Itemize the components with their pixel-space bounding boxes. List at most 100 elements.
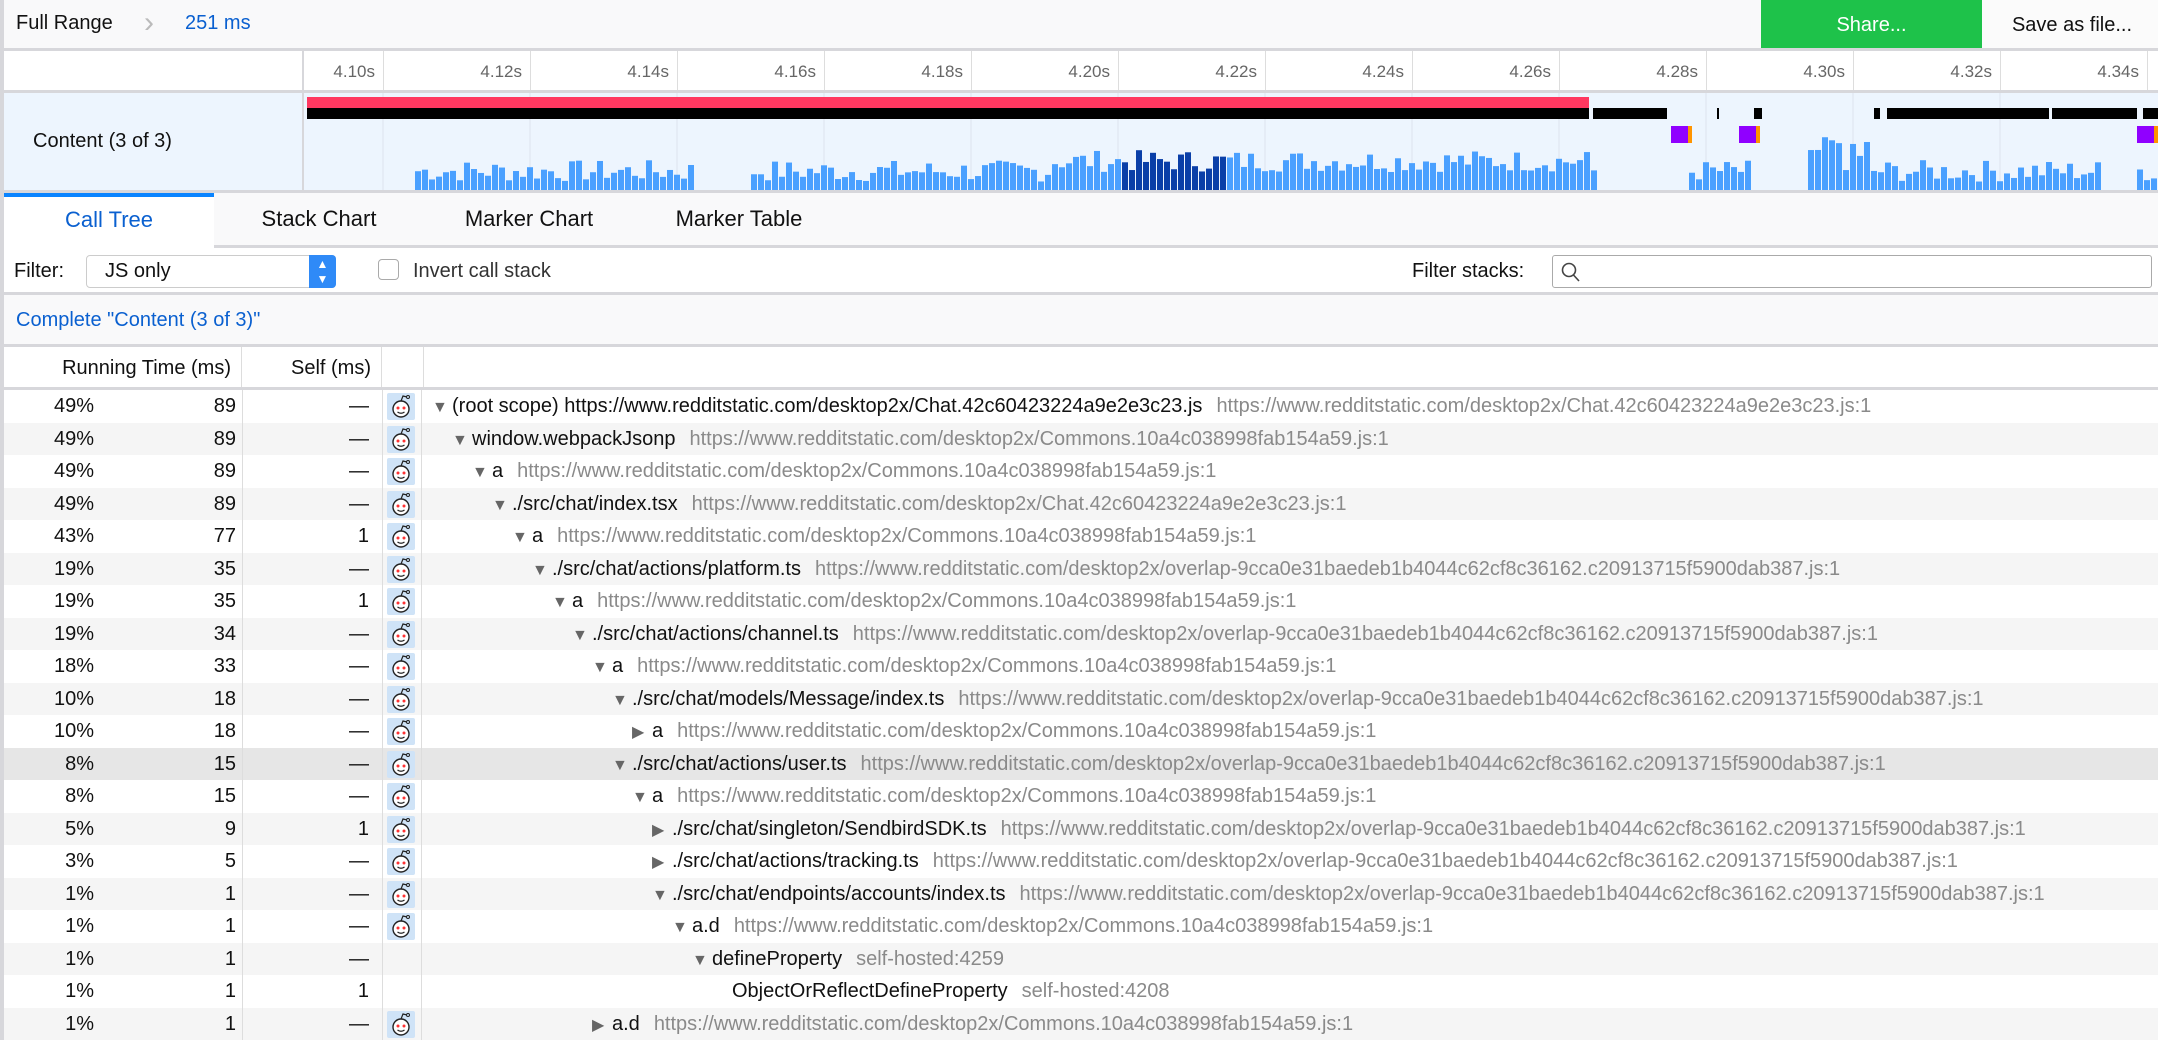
- cpu-graph-bar: [1703, 162, 1709, 190]
- cpu-graph-bar: [436, 177, 442, 190]
- track-label[interactable]: Content (3 of 3): [4, 93, 304, 190]
- tree-row[interactable]: 8%15—▼ahttps://www.redditstatic.com/desk…: [4, 780, 2158, 813]
- tree-row[interactable]: 8%15—▼./src/chat/actions/user.tshttps://…: [4, 748, 2158, 781]
- cpu-graph-bar: [576, 161, 582, 190]
- cpu-graph-bar: [506, 180, 512, 190]
- running-ms: 1: [94, 878, 236, 911]
- cpu-graph-bar: [1122, 162, 1128, 190]
- function-name: a: [652, 785, 663, 807]
- twisty-expanded-icon[interactable]: ▼: [592, 652, 612, 683]
- cpu-graph-bar: [464, 163, 470, 190]
- running-ms: 1: [94, 910, 236, 943]
- self-ms: —: [242, 553, 381, 586]
- tree-row[interactable]: 1%1—▶a.dhttps://www.redditstatic.com/des…: [4, 1008, 2158, 1040]
- tree-row[interactable]: 49%89—▼window.webpackJsonphttps://www.re…: [4, 423, 2158, 456]
- twisty-expanded-icon[interactable]: ▼: [432, 392, 452, 423]
- cpu-graph-bar: [919, 172, 925, 190]
- cpu-graph-bar: [513, 171, 519, 190]
- cpu-graph-bar: [996, 161, 1002, 190]
- cpu-graph-bar: [1297, 153, 1303, 190]
- tree-row[interactable]: 1%1—▼a.dhttps://www.redditstatic.com/des…: [4, 910, 2158, 943]
- twisty-expanded-icon[interactable]: ▼: [692, 945, 712, 976]
- reddit-icon: [387, 458, 415, 485]
- tree-row[interactable]: 43%771▼ahttps://www.redditstatic.com/des…: [4, 520, 2158, 553]
- tree-row[interactable]: 10%18—▼./src/chat/models/Message/index.t…: [4, 683, 2158, 716]
- cpu-graph-bar: [1353, 167, 1359, 190]
- cpu-graph-bar: [1514, 153, 1520, 190]
- tab-marker-chart[interactable]: Marker Chart: [424, 193, 634, 245]
- tree-row[interactable]: 19%351▼ahttps://www.redditstatic.com/des…: [4, 585, 2158, 618]
- tab-call-tree[interactable]: Call Tree: [4, 193, 214, 248]
- tree-row[interactable]: 49%89—▼ahttps://www.redditstatic.com/des…: [4, 455, 2158, 488]
- twisty-collapsed-icon[interactable]: ▶: [652, 847, 672, 878]
- filter-stacks-input[interactable]: [1552, 255, 2152, 288]
- invert-call-stack-label[interactable]: Invert call stack: [413, 260, 551, 283]
- twisty-collapsed-icon[interactable]: ▶: [652, 815, 672, 846]
- breadcrumb-range[interactable]: 251 ms: [185, 12, 251, 35]
- twisty-expanded-icon[interactable]: ▼: [472, 457, 492, 488]
- twisty-expanded-icon[interactable]: ▼: [452, 425, 472, 456]
- tree-row[interactable]: 49%89—▼(root scope) https://www.redditst…: [4, 390, 2158, 423]
- function-name: ./src/chat/actions/platform.ts: [552, 558, 801, 580]
- twisty-expanded-icon[interactable]: ▼: [552, 587, 572, 618]
- twisty-expanded-icon[interactable]: ▼: [492, 490, 512, 521]
- tree-row[interactable]: 3%5—▶./src/chat/actions/tracking.tshttps…: [4, 845, 2158, 878]
- cpu-graph-bar: [968, 179, 974, 190]
- tick-label: 4.24s: [1334, 62, 1404, 82]
- jank-marker: [307, 97, 1589, 108]
- twisty-expanded-icon[interactable]: ▼: [652, 880, 672, 911]
- self-ms: —: [242, 390, 381, 423]
- twisty-expanded-icon[interactable]: ▼: [612, 750, 632, 781]
- save-as-file-button[interactable]: Save as file...: [1982, 0, 2158, 48]
- tree-row[interactable]: 10%18—▶ahttps://www.redditstatic.com/des…: [4, 715, 2158, 748]
- twisty-collapsed-icon[interactable]: ▶: [592, 1010, 612, 1040]
- cpu-graph-bar: [877, 167, 883, 190]
- call-tree-breadcrumb[interactable]: Complete "Content (3 of 3)": [0, 295, 2158, 347]
- cpu-graph-bar: [842, 177, 848, 190]
- twisty-collapsed-icon[interactable]: ▶: [632, 717, 652, 748]
- cpu-graph-bar: [779, 177, 785, 190]
- tree-row[interactable]: 1%1—▼definePropertyself-hosted:4259: [4, 943, 2158, 976]
- cpu-graph-bar: [632, 176, 638, 190]
- twisty-expanded-icon[interactable]: ▼: [512, 522, 532, 553]
- marker-paint: [2154, 126, 2158, 143]
- invert-call-stack-checkbox[interactable]: [378, 259, 399, 280]
- cpu-graph-bar: [1073, 157, 1079, 190]
- twisty-expanded-icon[interactable]: ▼: [632, 782, 652, 813]
- self-ms: —: [242, 650, 381, 683]
- twisty-expanded-icon[interactable]: ▼: [532, 555, 552, 586]
- filter-bar: Filter: JS only ▲▼ Invert call stack Fil…: [0, 248, 2158, 295]
- cpu-graph-bar: [1157, 159, 1163, 190]
- running-ms: 89: [94, 390, 236, 423]
- share-button[interactable]: Share...: [1761, 0, 1982, 48]
- activity-graph[interactable]: [307, 93, 2158, 190]
- tree-row[interactable]: 19%35—▼./src/chat/actions/platform.tshtt…: [4, 553, 2158, 586]
- cpu-graph-bar: [898, 175, 904, 190]
- tree-row[interactable]: 49%89—▼./src/chat/index.tsxhttps://www.r…: [4, 488, 2158, 521]
- cpu-graph-bar: [1976, 182, 1982, 190]
- cpu-graph-bar: [2081, 174, 2087, 190]
- tab-stack-chart[interactable]: Stack Chart: [214, 193, 424, 245]
- tree-row[interactable]: 18%33—▼ahttps://www.redditstatic.com/des…: [4, 650, 2158, 683]
- breadcrumb-full-range[interactable]: Full Range: [16, 12, 113, 35]
- function-source: https://www.redditstatic.com/desktop2x/C…: [677, 720, 1376, 742]
- filter-select[interactable]: JS only ▲▼: [86, 255, 336, 288]
- function-name: defineProperty: [712, 948, 842, 970]
- cpu-graph-bar: [1717, 171, 1723, 190]
- cpu-graph-bar: [597, 161, 603, 190]
- cpu-graph-bar: [1563, 162, 1569, 190]
- cpu-graph-bar: [807, 169, 813, 190]
- cpu-graph-bar: [1941, 167, 1947, 190]
- tree-row[interactable]: 1%11ObjectOrReflectDefinePropertyself-ho…: [4, 975, 2158, 1008]
- tree-row[interactable]: 1%1—▼./src/chat/endpoints/accounts/index…: [4, 878, 2158, 911]
- thread-track[interactable]: Content (3 of 3): [0, 93, 2158, 193]
- tree-row[interactable]: 5%91▶./src/chat/singleton/SendbirdSDK.ts…: [4, 813, 2158, 846]
- cpu-graph-bar: [499, 168, 505, 190]
- tree-row[interactable]: 19%34—▼./src/chat/actions/channel.tshttp…: [4, 618, 2158, 651]
- tab-marker-table[interactable]: Marker Table: [634, 193, 844, 245]
- tick-label: 4.14s: [599, 62, 669, 82]
- twisty-expanded-icon[interactable]: ▼: [572, 620, 592, 651]
- twisty-expanded-icon[interactable]: ▼: [612, 685, 632, 716]
- twisty-expanded-icon[interactable]: ▼: [672, 912, 692, 943]
- self-ms: 1: [242, 520, 381, 553]
